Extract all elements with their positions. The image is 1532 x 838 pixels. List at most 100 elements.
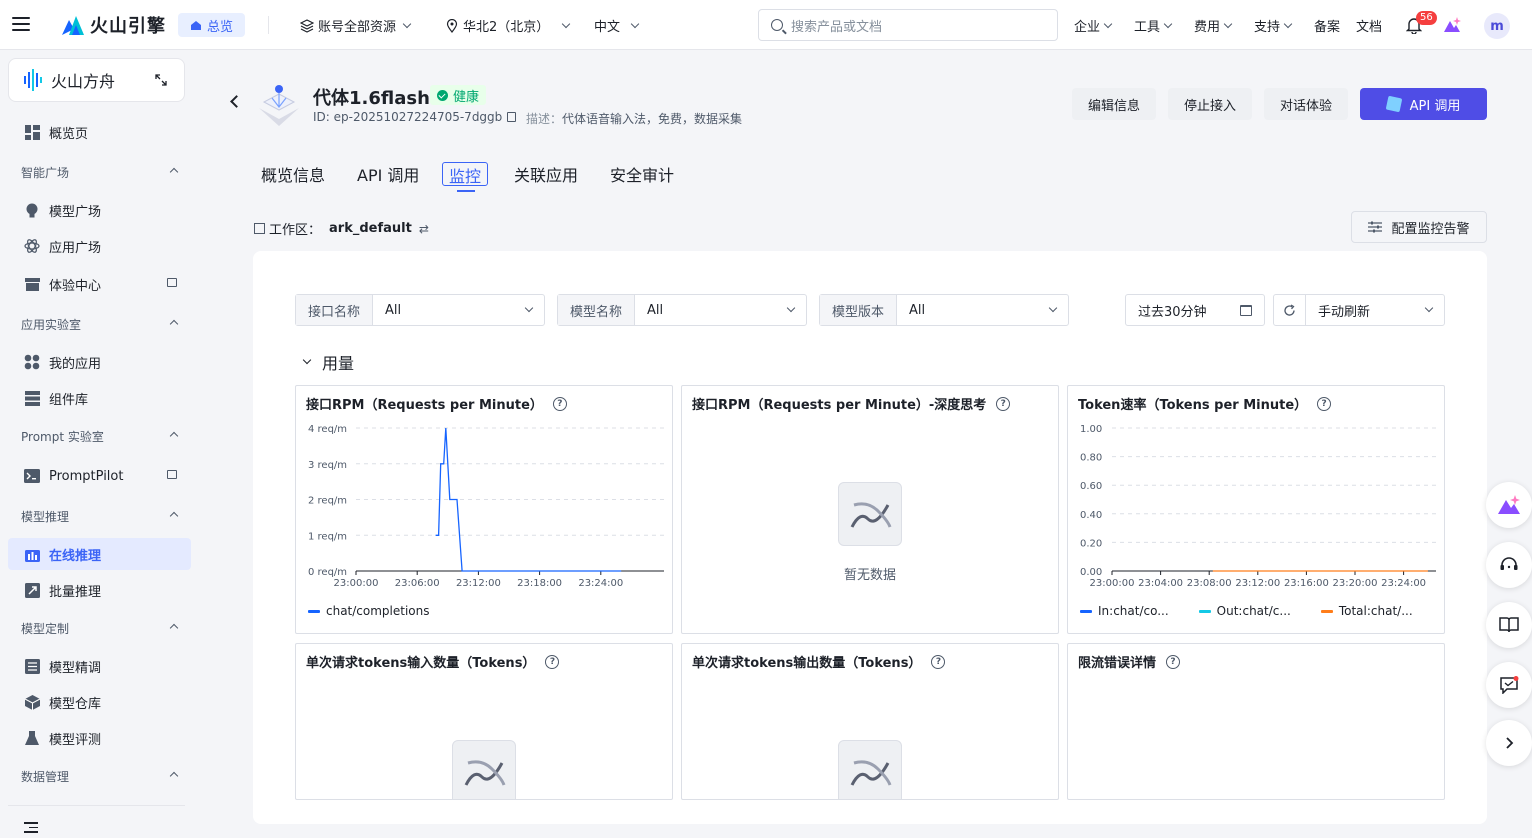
help-icon[interactable]: ? — [1166, 654, 1181, 669]
customer-service-button[interactable] — [1486, 542, 1532, 588]
home-icon — [191, 20, 201, 30]
sidebar-item-evaluation[interactable]: 模型评测 — [8, 722, 191, 754]
workspace-selector[interactable]: 工作区： ark_default ⇄ — [254, 219, 429, 238]
refresh-button[interactable] — [1274, 295, 1306, 325]
status-badge: 健康 — [430, 85, 487, 105]
help-icon[interactable]: ? — [545, 654, 560, 669]
feedback-button[interactable] — [1486, 662, 1532, 708]
sidebar-item-components[interactable]: 组件库 — [8, 382, 191, 414]
swap-icon[interactable]: ⇄ — [419, 222, 429, 236]
region-dropdown[interactable]: 华北2（北京） — [446, 16, 571, 35]
cube-icon — [24, 694, 40, 710]
description-label: 描述： — [526, 112, 563, 126]
filter-model-name[interactable]: 模型名称 All — [557, 294, 807, 326]
legend-item[interactable]: Total:chat/... — [1320, 604, 1413, 618]
rocket-icon — [24, 582, 40, 598]
chat-experience-button[interactable]: 对话体验 — [1264, 88, 1348, 120]
tab-api-call[interactable]: API 调用 — [357, 162, 419, 186]
help-icon[interactable]: ? — [931, 654, 946, 669]
tab-related-apps[interactable]: 关联应用 — [514, 162, 578, 186]
sidebar-group-data-management[interactable]: 数据管理 — [21, 768, 181, 785]
x-tick-label: 23:12:00 — [456, 578, 501, 589]
nav-support[interactable]: 支持 — [1254, 16, 1293, 35]
sidebar-item-model-square[interactable]: 模型广场 — [8, 194, 191, 226]
filter-model-version[interactable]: 模型版本 All — [819, 294, 1069, 326]
filter-value: All — [385, 302, 402, 318]
global-search-input[interactable]: 搜索产品或文档 — [758, 9, 1058, 41]
refresh-mode-dropdown[interactable]: 手动刷新 — [1306, 295, 1444, 325]
sidebar-group-square[interactable]: 智能广场 — [21, 164, 181, 181]
sidebar-item-label: 模型广场 — [49, 204, 102, 220]
expand-icon[interactable] — [154, 73, 168, 87]
layers-icon — [300, 18, 314, 33]
configure-alerts-button[interactable]: 配置监控告警 — [1351, 211, 1487, 243]
y-tick-label: 0.40 — [1080, 510, 1102, 521]
sidebar-item-batch-inference[interactable]: 批量推理 — [8, 574, 191, 606]
help-icon[interactable]: ? — [996, 396, 1011, 411]
collapse-sidebar-icon[interactable] — [24, 822, 38, 834]
sidebar-group-customization[interactable]: 模型定制 — [21, 620, 181, 637]
volcengine-logo[interactable]: 火山引擎 — [60, 12, 166, 38]
nav-tools[interactable]: 工具 — [1134, 16, 1173, 35]
nav-docs[interactable]: 文档 — [1356, 16, 1382, 35]
language-dropdown[interactable]: 中文 — [594, 16, 640, 35]
tab-overview[interactable]: 概览信息 — [261, 162, 325, 186]
sidebar-item-overview[interactable]: 概览页 — [8, 116, 191, 148]
ai-assistant-icon[interactable] — [1443, 16, 1461, 34]
card-title: 限流错误详情? — [1078, 652, 1181, 671]
legend-item[interactable]: In:chat/co... — [1080, 604, 1169, 618]
nav-enterprise[interactable]: 企业 — [1074, 16, 1113, 35]
filter-label: 接口名称 — [296, 295, 374, 325]
sidebar-item-model-repo[interactable]: 模型仓库 — [8, 686, 191, 718]
y-tick-label: 4 req/m — [308, 424, 347, 435]
sidebar-item-label: 应用广场 — [49, 240, 102, 256]
sidebar-group-inference[interactable]: 模型推理 — [21, 508, 181, 525]
api-call-button[interactable]: API 调用 — [1360, 88, 1487, 120]
tab-monitoring[interactable]: 监控 — [442, 162, 489, 186]
sidebar-item-experience-center[interactable]: 体验中心 — [8, 268, 191, 300]
chevron-down-icon — [524, 303, 534, 312]
check-circle-icon — [437, 89, 448, 101]
legend-swatch — [1080, 609, 1092, 613]
copy-icon[interactable] — [507, 112, 517, 122]
edit-info-button[interactable]: 编辑信息 — [1072, 88, 1156, 120]
filter-interface-name[interactable]: 接口名称 All — [295, 294, 545, 326]
sidebar-item-fine-tuning[interactable]: 模型精调 — [8, 650, 191, 682]
legend-item[interactable]: chat/completions — [308, 604, 430, 618]
ai-assistant-float-button[interactable] — [1486, 482, 1532, 528]
product-switcher[interactable]: 火山方舟 — [8, 58, 185, 102]
sidebar-item-app-square[interactable]: 应用广场 — [8, 230, 191, 262]
sidebar-item-label: 在线推理 — [49, 548, 102, 564]
stop-access-button[interactable]: 停止接入 — [1168, 88, 1252, 120]
sidebar-group-app-lab[interactable]: 应用实验室 — [21, 316, 181, 333]
resource-scope-dropdown[interactable]: 账号全部资源 — [300, 16, 412, 35]
time-range-picker[interactable]: 过去30分钟 — [1125, 294, 1265, 326]
refresh-control[interactable]: 手动刷新 — [1273, 294, 1445, 326]
product-name: 火山方舟 — [51, 72, 116, 91]
back-arrow-icon[interactable] — [230, 95, 243, 108]
chevron-down-icon — [302, 355, 312, 365]
home-label: 总览 — [207, 19, 234, 35]
sidebar-item-promptpilot[interactable]: PromptPilot — [8, 460, 191, 492]
y-tick-label: 1 req/m — [308, 531, 347, 542]
usage-section-header[interactable]: 用量 — [302, 350, 354, 374]
documentation-button[interactable] — [1486, 602, 1532, 648]
tab-security-audit[interactable]: 安全审计 — [610, 162, 674, 186]
user-avatar[interactable]: m — [1484, 13, 1510, 39]
collapse-float-panel-button[interactable] — [1486, 720, 1532, 766]
chevron-up-icon — [169, 623, 179, 633]
sidebar-group-prompt-lab[interactable]: Prompt 实验室 — [21, 428, 181, 445]
x-tick-label: 23:24:00 — [578, 578, 623, 589]
sidebar-item-online-inference[interactable]: 在线推理 — [8, 538, 191, 570]
sidebar-item-my-apps[interactable]: 我的应用 — [8, 346, 191, 378]
nav-billing[interactable]: 费用 — [1194, 16, 1233, 35]
legend-item[interactable]: Out:chat/c... — [1198, 604, 1291, 618]
nav-label: 企业 — [1074, 20, 1101, 35]
hamburger-menu-icon[interactable] — [12, 17, 30, 31]
time-range-value: 过去30分钟 — [1138, 304, 1207, 320]
nav-filing[interactable]: 备案 — [1314, 16, 1340, 35]
overview-home-button[interactable]: 总览 — [178, 13, 246, 37]
bulb-icon — [24, 202, 40, 218]
nav-label: 工具 — [1134, 20, 1161, 35]
message-icon — [1500, 676, 1519, 694]
